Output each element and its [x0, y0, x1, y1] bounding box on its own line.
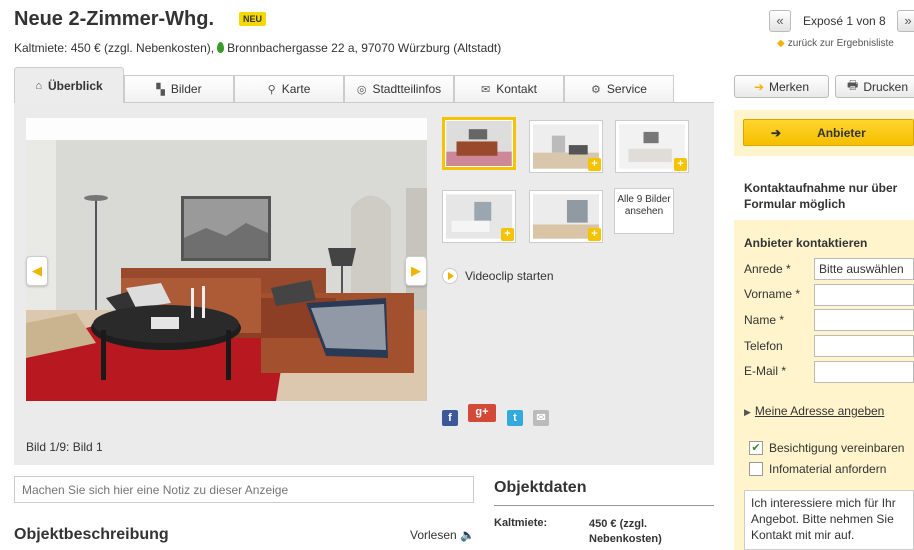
map-pin-icon: [217, 42, 225, 53]
target-icon: ◎: [356, 83, 367, 96]
address-link-label: Meine Adresse angeben: [754, 404, 885, 418]
besichtigung-checkbox[interactable]: ✔: [749, 441, 763, 455]
kaltmiete-label: Kaltmiete:: [494, 517, 548, 529]
vorname-field[interactable]: [814, 284, 914, 306]
tab-label: Kontakt: [496, 82, 537, 96]
print-label: Drucken: [863, 79, 908, 94]
next-expose-button[interactable]: »: [897, 10, 914, 32]
living-room-photo: [26, 118, 427, 401]
print-button[interactable]: 🖶 Drucken: [835, 75, 914, 98]
next-image-button[interactable]: ▶: [405, 256, 427, 286]
thumbnail-4[interactable]: +: [442, 190, 516, 243]
back-to-results-link[interactable]: ◆ zurück zur Ergebnisliste: [777, 38, 894, 49]
video-link[interactable]: Videoclip starten: [442, 268, 554, 284]
tab-service[interactable]: ⚙ Service: [564, 75, 674, 102]
printer-icon: 🖶: [846, 78, 859, 92]
thumbnail-image: [446, 121, 512, 166]
tab-label: Service: [606, 82, 647, 96]
vorname-label: Vorname *: [744, 287, 801, 301]
infomaterial-checkbox[interactable]: [749, 462, 763, 476]
back-link-label: zurück zur Ergebnisliste: [787, 38, 894, 49]
envelope-icon: ✉: [481, 83, 491, 96]
arrow-right-icon: ➔: [753, 79, 765, 94]
anrede-label: Anrede *: [744, 262, 791, 276]
arrow-right-icon: ➔: [771, 125, 782, 140]
description-heading: Objektbeschreibung: [14, 526, 169, 543]
facebook-icon[interactable]: f: [442, 410, 458, 426]
google-plus-icon[interactable]: g+: [468, 404, 496, 422]
contact-note: Kontaktaufnahme nur über Formular möglic…: [744, 181, 898, 211]
email-label: E-Mail *: [744, 364, 787, 378]
read-aloud-button[interactable]: Vorlesen 🔈: [410, 528, 475, 542]
home-icon: ⌂: [35, 79, 42, 92]
thumbnail-1[interactable]: [442, 117, 516, 170]
plus-icon: +: [674, 158, 687, 171]
infomaterial-label: Infomaterial anfordern: [769, 462, 887, 476]
tab-kontakt[interactable]: ✉ Kontakt: [454, 75, 564, 102]
twitter-icon[interactable]: t: [507, 410, 523, 426]
image-caption: Bild 1/9: Bild 1: [26, 440, 103, 454]
name-label: Name *: [744, 313, 785, 327]
expose-counter: Exposé 1 von 8: [803, 14, 886, 28]
bookmark-button[interactable]: ➔ Merken: [734, 75, 829, 98]
thumbnail-5[interactable]: +: [529, 190, 603, 243]
anbieter-button[interactable]: ➔ Anbieter: [743, 119, 914, 146]
previous-expose-button[interactable]: «: [769, 10, 791, 32]
price-summary: Kaltmiete: 450 € (zzgl. Nebenkosten),: [14, 41, 215, 55]
email-share-icon[interactable]: ✉: [533, 410, 549, 426]
images-icon: ▚: [156, 83, 165, 96]
plus-icon: +: [588, 158, 601, 171]
kaltmiete-value: 450 € (zzgl. Nebenkosten): [589, 518, 662, 545]
previous-image-button[interactable]: ◀: [26, 256, 48, 286]
plus-icon: +: [588, 228, 601, 241]
read-aloud-label: Vorlesen: [410, 528, 457, 542]
objektdaten-heading: Objektdaten: [494, 479, 587, 496]
bookmark-label: Merken: [769, 79, 810, 94]
plus-icon: +: [501, 228, 514, 241]
all-images-button[interactable]: Alle 9 Bilder ansehen: [614, 188, 674, 234]
anbieter-label: Anbieter: [817, 125, 866, 140]
tab-label: Stadtteilinfos: [372, 82, 442, 96]
address-text: Bronnbachergasse 22 a, 97070 Würzburg (A…: [227, 41, 502, 55]
anrede-select[interactable]: Bitte auswählen: [814, 258, 914, 280]
map-pin-icon: ⚲: [267, 83, 276, 96]
thumbnail-2[interactable]: +: [529, 120, 603, 173]
tab-bilder[interactable]: ▚ Bilder: [124, 75, 234, 102]
besichtigung-label: Besichtigung vereinbaren: [769, 441, 905, 455]
message-textarea[interactable]: Ich interessiere mich für Ihr Angebot. B…: [744, 490, 914, 550]
video-label: Videoclip starten: [465, 269, 554, 283]
objektdaten-divider: [494, 505, 714, 506]
new-badge: NEU: [239, 12, 267, 26]
tab-stadtteilinfos[interactable]: ◎ Stadtteilinfos: [344, 75, 454, 102]
telefon-field[interactable]: [814, 335, 914, 357]
triangle-right-icon: ▶: [744, 407, 751, 417]
price-address-line: Kaltmiete: 450 € (zzgl. Nebenkosten), Bro…: [14, 41, 501, 55]
tab-karte[interactable]: ⚲ Karte: [234, 75, 344, 102]
tab-label: Karte: [281, 82, 311, 96]
email-field[interactable]: [814, 361, 914, 383]
address-link[interactable]: ▶ Meine Adresse angeben: [744, 404, 884, 418]
tab-label: Bilder: [170, 82, 202, 96]
note-input[interactable]: [14, 476, 474, 503]
name-field[interactable]: [814, 309, 914, 331]
telefon-label: Telefon: [744, 339, 783, 353]
main-photo[interactable]: [26, 118, 427, 401]
page-title: Neue 2-Zimmer-Whg.: [14, 8, 215, 30]
tab-label: Überblick: [47, 78, 103, 93]
speaker-icon: 🔈: [460, 528, 475, 542]
contact-heading: Anbieter kontaktieren: [744, 236, 868, 250]
thumbnail-3[interactable]: +: [615, 120, 689, 173]
gears-icon: ⚙: [591, 83, 601, 96]
play-icon: [442, 268, 458, 284]
tab-ueberblick[interactable]: ⌂ Überblick: [14, 67, 124, 103]
diamond-icon: ◆: [777, 38, 785, 49]
